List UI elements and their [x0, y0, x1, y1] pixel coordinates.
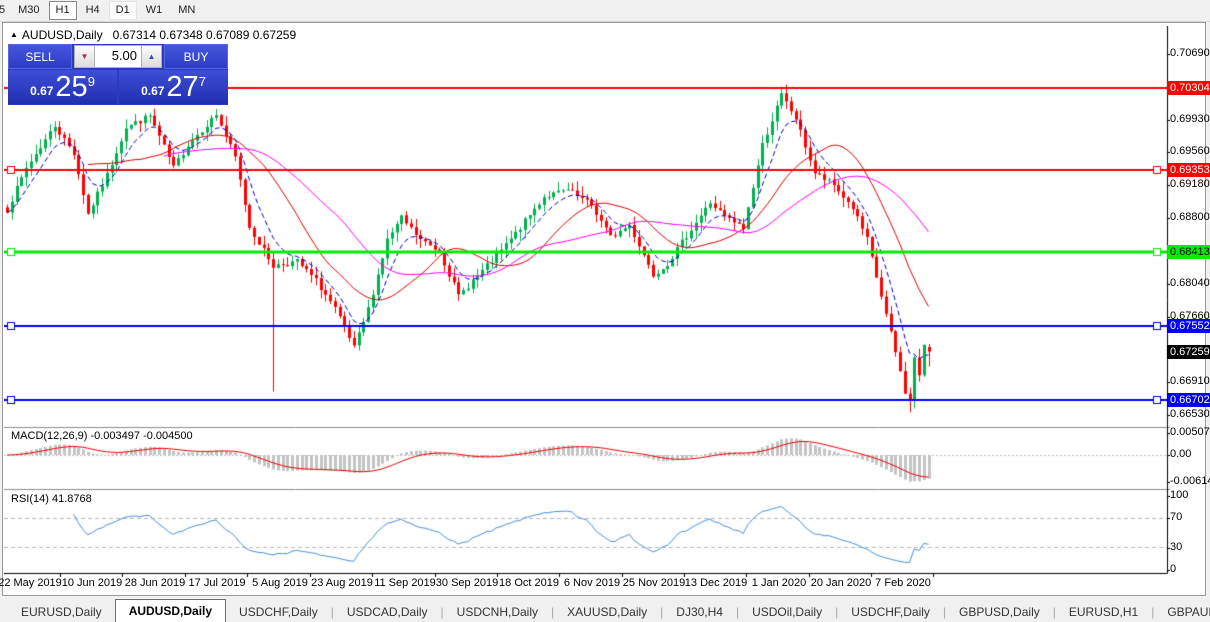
buy-price-display[interactable]: 0.67 27 7 — [119, 70, 228, 104]
date-axis-label: 18 Oct 2019 — [499, 577, 559, 589]
chart-ohlc-values: 0.67314 0.67348 0.67089 0.67259 — [112, 28, 297, 42]
price-axis-tick: 0.69930 — [1170, 113, 1210, 125]
price-axis-tick: 0.68800 — [1170, 211, 1210, 223]
price-level-tag: 0.67259 — [1167, 345, 1210, 359]
date-axis-label: 28 Jun 2019 — [124, 577, 186, 589]
tab-eurusd-h1[interactable]: EURUSD,H1 — [1056, 602, 1151, 622]
timeframe-button-m30[interactable]: M30 — [11, 1, 46, 20]
chart-title: ▲ AUDUSD,Daily 0.67314 0.67348 0.67089 0.6… — [10, 28, 296, 42]
volume-decrease-button[interactable]: ▼ — [74, 45, 95, 68]
collapse-triangle-icon[interactable]: ▲ — [10, 30, 18, 39]
indicator-axis-tick: 70 — [1170, 511, 1183, 523]
date-axis-label: 10 Jun 2019 — [61, 577, 123, 589]
trade-panel-prices: 0.67 25 9 0.67 27 7 — [8, 70, 228, 104]
tab-xauusd-daily[interactable]: XAUUSD,Daily — [554, 602, 660, 622]
tab-usdchf-daily[interactable]: USDCHF,Daily — [226, 602, 331, 622]
price-level-tag: 0.66702 — [1167, 393, 1210, 407]
price-level-tag: 0.69353 — [1167, 163, 1210, 177]
date-axis-label: 11 Sep 2019 — [374, 577, 436, 589]
chart-symbol-label: AUDUSD,Daily — [21, 28, 103, 42]
macd-label: MACD(12,26,9) -0.003497 -0.004500 — [11, 430, 193, 442]
price-axis-tick: 0.66910 — [1170, 375, 1210, 387]
timeframe-toolbar: 5 M30 H1 H4 D1 W1 MN — [0, 0, 1210, 22]
rsi-label: RSI(14) 41.8768 — [11, 493, 92, 505]
tab-usdcad-daily[interactable]: USDCAD,Daily — [334, 602, 441, 622]
tab-usdchf-daily[interactable]: USDCHF,Daily — [838, 602, 943, 622]
tab-audusd-daily[interactable]: AUDUSD,Daily — [114, 599, 227, 622]
price-level-tag: 0.67552 — [1167, 319, 1210, 333]
buy-price-prefix: 0.67 — [141, 84, 165, 98]
date-axis-label: 25 Nov 2019 — [622, 577, 686, 589]
indicator-axis-tick: 0.005076 — [1170, 426, 1210, 438]
sell-price-pip: 9 — [87, 73, 95, 89]
price-axis-tick: 0.69560 — [1170, 145, 1210, 157]
indicator-axis-tick: -0.006148 — [1170, 475, 1210, 487]
arrow-up-icon: ▲ — [147, 52, 156, 61]
buy-price-main: 27 — [166, 70, 199, 103]
timeframe-button-h1[interactable]: H1 — [48, 1, 77, 20]
tab-dj30-h4[interactable]: DJ30,H4 — [663, 602, 736, 622]
buy-price-pip: 7 — [198, 73, 206, 89]
timeframe-button-5[interactable]: 5 — [0, 1, 9, 20]
price-axis-tick: 0.68040 — [1170, 277, 1210, 289]
price-axis-tick: 0.69180 — [1170, 178, 1210, 190]
indicator-axis-tick: 0.00 — [1170, 448, 1192, 460]
timeframe-button-mn[interactable]: MN — [171, 1, 202, 20]
date-axis-label: 17 Jul 2019 — [188, 577, 246, 589]
date-axis-label: 20 Jan 2020 — [810, 577, 872, 589]
timeframe-button-d1[interactable]: D1 — [108, 1, 137, 20]
sell-price-main: 25 — [55, 70, 88, 103]
date-axis-label: 23 Aug 2019 — [311, 577, 373, 589]
chart-tab-bar: EURUSD,Daily AUDUSD,Daily USDCHF,Daily | USD… — [0, 598, 1210, 622]
price-axis-tick: 0.70690 — [1170, 47, 1210, 59]
date-axis-label: 30 Sep 2019 — [435, 577, 499, 589]
price-axis-tick: 0.66530 — [1170, 408, 1210, 420]
date-axis-label: 13 Dec 2019 — [684, 577, 748, 589]
mt4-terminal: 5 M30 H1 H4 D1 W1 MN ▲ AUDUSD,Daily 0.67314 0.67… — [0, 0, 1210, 622]
tab-gbpaud-h1[interactable]: GBPAUD,H1 — [1154, 602, 1210, 622]
indicator-axis-tick: 0 — [1170, 563, 1177, 575]
indicator-axis-tick: 100 — [1170, 489, 1189, 501]
buy-button[interactable]: BUY — [164, 44, 228, 69]
indicator-axis-tick: 30 — [1170, 541, 1183, 553]
price-axis-tick: 0.67660 — [1170, 310, 1210, 322]
sell-price-prefix: 0.67 — [30, 84, 54, 98]
price-level-tag: 0.68413 — [1167, 245, 1210, 259]
volume-spinner: ▼ 5.00 ▲ — [74, 45, 162, 68]
sell-button[interactable]: SELL — [8, 44, 72, 69]
timeframe-button-h4[interactable]: H4 — [79, 1, 107, 20]
tab-eurusd-daily[interactable]: EURUSD,Daily — [8, 602, 115, 622]
tab-gbpusd-daily[interactable]: GBPUSD,Daily — [946, 602, 1053, 622]
chart-window: ▲ AUDUSD,Daily 0.67314 0.67348 0.67089 0.6… — [0, 22, 1210, 596]
date-axis-label: 7 Feb 2020 — [875, 577, 931, 589]
date-axis-label: 22 May 2019 — [0, 577, 62, 589]
timeframe-button-w1[interactable]: W1 — [139, 1, 170, 20]
tab-usdcnh-daily[interactable]: USDCNH,Daily — [444, 602, 551, 622]
one-click-trading-panel: SELL ▼ 5.00 ▲ BUY 0.67 25 9 0.67 27 7 — [8, 44, 228, 105]
date-axis-label: 5 Aug 2019 — [252, 577, 308, 589]
trade-panel-controls: SELL ▼ 5.00 ▲ BUY — [8, 44, 228, 69]
tab-usdoil-daily[interactable]: USDOil,Daily — [739, 602, 835, 622]
price-chart-canvas[interactable] — [4, 26, 1170, 578]
date-axis-label: 6 Nov 2019 — [563, 577, 621, 589]
date-axis-label: 1 Jan 2020 — [751, 577, 807, 589]
volume-increase-button[interactable]: ▲ — [141, 45, 162, 68]
volume-input[interactable]: 5.00 — [95, 45, 141, 68]
arrow-down-icon: ▼ — [80, 52, 89, 61]
price-level-tag: 0.70304 — [1167, 81, 1210, 95]
sell-price-display[interactable]: 0.67 25 9 — [8, 70, 117, 104]
